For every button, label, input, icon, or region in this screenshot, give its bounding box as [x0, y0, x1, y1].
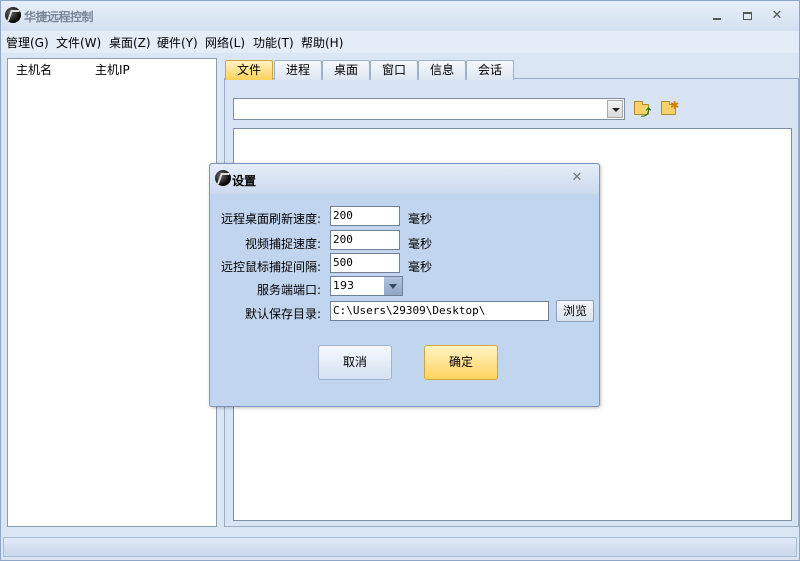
minimize-icon: [713, 17, 721, 20]
server-port-combobox[interactable]: 193: [330, 276, 403, 296]
column-header-host-ip[interactable]: 主机IP: [95, 61, 130, 78]
dialog-title: 设置: [232, 174, 257, 188]
refresh-speed-input[interactable]: 200: [330, 206, 400, 226]
tab-info[interactable]: 信息: [418, 60, 466, 80]
menu-file[interactable]: 文件(W): [56, 34, 101, 51]
minimize-button[interactable]: [706, 7, 728, 25]
tab-window[interactable]: 窗口: [370, 60, 418, 80]
parent-folder-button[interactable]: ⤴: [632, 100, 652, 119]
tab-process[interactable]: 进程: [274, 60, 322, 80]
menu-help[interactable]: 帮助(H): [301, 34, 343, 51]
path-combobox[interactable]: [233, 98, 625, 120]
title-bar[interactable]: 华捷远程控制 ✕: [1, 1, 799, 31]
column-header-hostname[interactable]: 主机名: [16, 61, 52, 78]
mouse-interval-unit: 毫秒: [408, 260, 433, 274]
menu-network[interactable]: 网络(L): [205, 34, 245, 51]
new-folder-button[interactable]: ✱: [659, 99, 680, 118]
browse-button[interactable]: 浏览: [556, 300, 594, 322]
dialog-close-button[interactable]: ✕: [569, 170, 585, 186]
host-list[interactable]: 主机名 主机IP: [7, 58, 217, 527]
ok-button[interactable]: 确定: [424, 345, 498, 380]
refresh-speed-label: 远程桌面刷新速度:: [220, 212, 321, 226]
save-dir-label: 默认保存目录:: [244, 307, 321, 321]
close-icon: ✕: [571, 170, 583, 185]
cancel-button[interactable]: 取消: [318, 345, 392, 380]
chevron-down-icon[interactable]: [607, 100, 623, 118]
sparkle-icon: ✱: [670, 99, 680, 112]
close-icon: ✕: [771, 8, 783, 23]
app-title: 华捷远程控制: [24, 10, 94, 24]
tab-desktop[interactable]: 桌面: [322, 60, 370, 80]
menu-desktop[interactable]: 桌面(Z): [109, 34, 151, 51]
save-dir-input[interactable]: C:\Users\29309\Desktop\: [330, 301, 549, 321]
folder-up-icon: ⤴: [634, 101, 651, 119]
status-bar: [3, 537, 797, 557]
refresh-speed-unit: 毫秒: [408, 212, 433, 226]
menu-manage[interactable]: 管理(G): [6, 34, 49, 51]
menu-function[interactable]: 功能(T): [253, 34, 294, 51]
video-speed-input[interactable]: 200: [330, 230, 400, 250]
tab-file[interactable]: 文件: [225, 60, 273, 80]
chevron-down-icon[interactable]: [384, 277, 402, 295]
video-speed-unit: 毫秒: [408, 237, 433, 251]
server-port-label: 服务端端口:: [256, 283, 321, 297]
dialog-title-bar[interactable]: 设置 ✕: [210, 164, 599, 194]
app-logo-icon: [215, 170, 231, 186]
menu-bar: 管理(G) 文件(W) 桌面(Z) 硬件(Y) 网络(L) 功能(T) 帮助(H…: [1, 31, 799, 53]
video-speed-label: 视频捕捉速度:: [244, 237, 321, 251]
maximize-button[interactable]: [736, 7, 758, 25]
tab-session[interactable]: 会话: [466, 60, 514, 80]
server-port-value: 193: [333, 279, 354, 292]
settings-dialog: 设置 ✕ 远程桌面刷新速度: 200 毫秒 视频捕捉速度: 200 毫秒 远控鼠…: [209, 163, 600, 407]
mouse-interval-input[interactable]: 500: [330, 253, 400, 273]
app-logo-icon: [5, 7, 21, 23]
maximize-icon: [742, 11, 752, 20]
close-button[interactable]: ✕: [766, 7, 788, 25]
mouse-interval-label: 远控鼠标捕捉间隔:: [220, 260, 321, 274]
menu-hardware[interactable]: 硬件(Y): [157, 34, 198, 51]
